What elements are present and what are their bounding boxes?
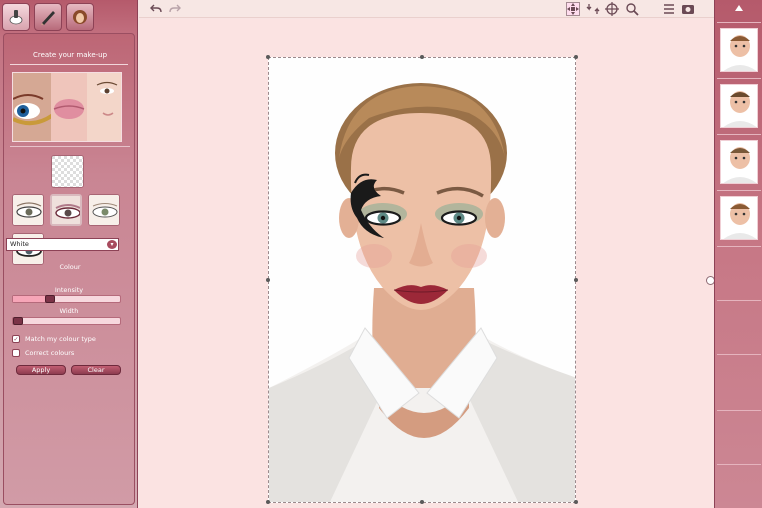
thumb-divider [717,354,761,355]
makeup-pencil-icon [41,11,55,25]
tab-hairstyle[interactable] [66,3,94,31]
resize-handle[interactable] [420,500,424,504]
resize-handle[interactable] [266,278,270,282]
makeup-collage-image [12,72,122,142]
undo-icon[interactable] [149,2,163,16]
resize-handle[interactable] [266,500,270,504]
correct-colours-row[interactable]: Correct colours [12,349,74,357]
tab-makeup-brush[interactable] [2,3,30,31]
photo-thumbnail[interactable] [720,140,758,184]
apply-button[interactable]: Apply [16,365,66,375]
thumb-divider [717,78,761,79]
colour-value: White [10,240,29,248]
eyeliner-style-3[interactable] [88,194,120,226]
match-colour-type-label: Match my colour type [25,335,96,343]
photo-thumbnail[interactable] [720,84,758,128]
toolbar [139,0,714,18]
panel-title: Create your make-up [32,51,108,59]
makeup-brush-icon [9,10,23,25]
thumb-divider [717,464,761,465]
menu-icon[interactable] [662,2,676,16]
zoom-icon[interactable] [625,2,639,16]
scroll-up-icon[interactable] [715,0,762,18]
width-slider-handle[interactable] [13,317,23,325]
photo-thumbnail[interactable] [720,28,758,72]
width-slider[interactable] [12,317,121,325]
eyeliner-style-2[interactable] [50,194,82,226]
eyeliner-style-1[interactable] [12,194,44,226]
thumb-divider [717,22,761,23]
intensity-slider[interactable] [12,295,121,303]
correct-colours-label: Correct colours [25,349,75,357]
move-icon[interactable] [566,2,580,16]
rotate-icon[interactable] [586,2,600,16]
resize-handle[interactable] [574,500,578,504]
thumb-divider [717,246,761,247]
makeup-options: Create your make-up Colour [3,33,135,505]
correct-colours-checkbox[interactable] [12,349,20,357]
tab-makeup-pencil[interactable] [34,3,62,31]
match-colour-type-checkbox[interactable]: ✓ [12,335,20,343]
colour-select[interactable]: White ▾ [6,238,119,251]
colour-label: Colour [59,263,81,271]
no-makeup-option[interactable] [51,155,84,188]
thumb-divider [717,300,761,301]
portrait-photo[interactable] [268,57,576,503]
thumb-divider [717,134,761,135]
title-divider [10,64,128,65]
redo-icon[interactable] [168,2,182,16]
panel-tabs [2,3,94,31]
clear-button[interactable]: Clear [71,365,121,375]
photo-thumbnail-strip [714,0,762,508]
thumb-divider [717,190,761,191]
chevron-down-icon: ▾ [107,240,117,249]
intensity-label: Intensity [54,286,84,294]
camera-icon[interactable] [681,2,695,16]
width-label: Width [59,307,79,315]
photo-thumbnail[interactable] [720,196,758,240]
resize-handle[interactable] [266,55,270,59]
pan-icon[interactable] [605,2,619,16]
makeup-panel: Create your make-up Colour White ▾ Inten… [0,0,138,508]
intensity-slider-handle[interactable] [45,295,55,303]
resize-handle[interactable] [574,55,578,59]
hairstyle-face-icon [73,10,87,24]
resize-handle[interactable] [420,55,424,59]
match-colour-type-row[interactable]: ✓ Match my colour type [12,335,96,343]
thumb-divider [717,410,761,411]
resize-handle[interactable] [574,278,578,282]
section-divider [10,146,130,147]
